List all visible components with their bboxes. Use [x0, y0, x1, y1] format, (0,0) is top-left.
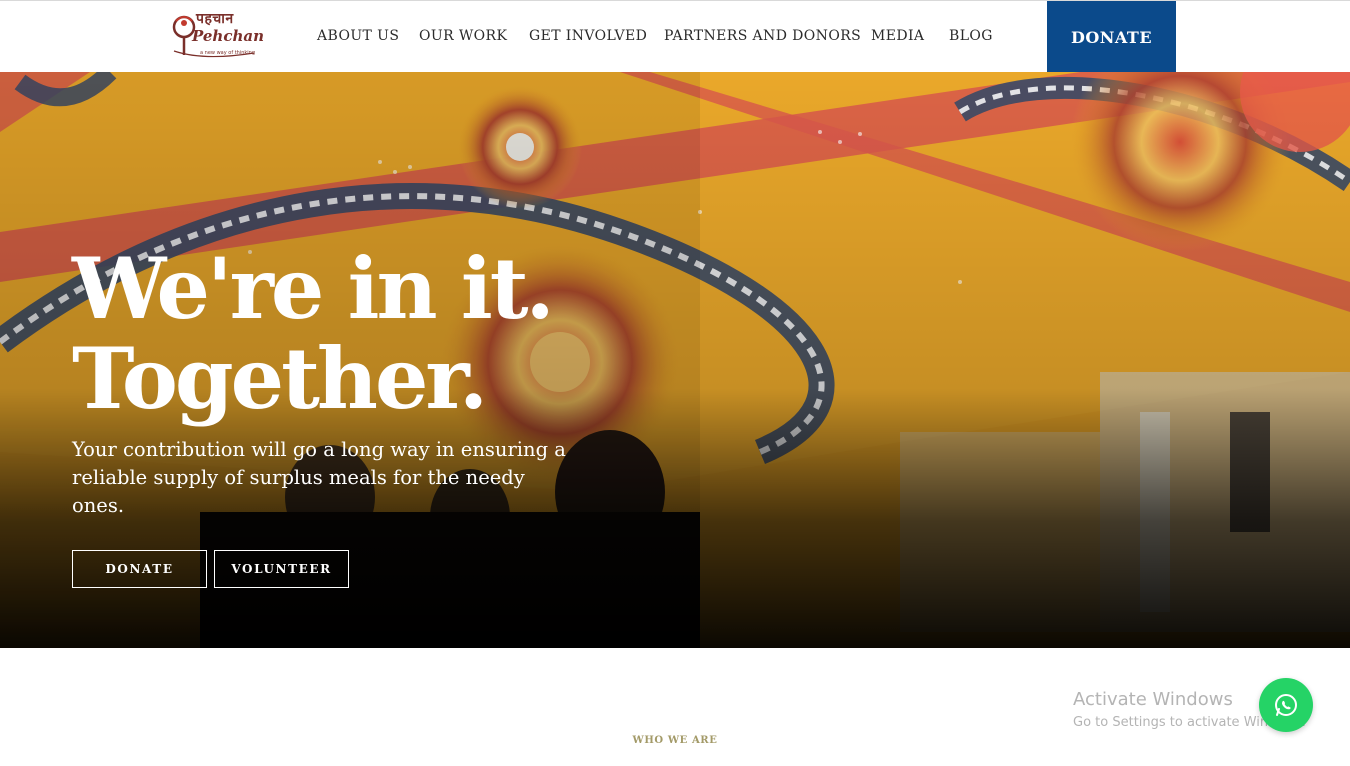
hero-title-line-2: Together.	[72, 329, 488, 428]
hero-title: We're in it. Together.	[72, 239, 555, 428]
nav-our-work[interactable]: OUR WORK	[419, 28, 507, 44]
who-we-are-eyebrow: WHO WE ARE	[632, 735, 718, 746]
nav-partners-and-donors[interactable]: PARTNERS AND DONORS	[664, 28, 861, 44]
whatsapp-icon	[1275, 694, 1297, 716]
logo-latin: Pehchan	[192, 27, 264, 45]
hero-section: We're in it. Together. Your contribution…	[0, 72, 1350, 648]
hero-subtitle: Your contribution will go a long way in …	[72, 438, 566, 517]
activate-windows-title: Activate Windows	[1073, 689, 1233, 710]
hero-volunteer-button[interactable]: VOLUNTEER	[214, 550, 349, 588]
hero-donate-button[interactable]: DONATE	[72, 550, 207, 588]
nav-get-involved[interactable]: GET INVOLVED	[529, 28, 647, 44]
nav-about-us[interactable]: ABOUT US	[317, 28, 399, 44]
header-donate-button[interactable]: DONATE	[1047, 1, 1176, 73]
pehchan-logo[interactable]: पहचान Pehchan a new way of thinking	[170, 5, 264, 69]
hero-title-line-1: We're in it.	[72, 239, 555, 338]
nav-media[interactable]: MEDIA	[871, 28, 924, 44]
whatsapp-chat-button[interactable]	[1259, 678, 1313, 732]
nav-blog[interactable]: BLOG	[949, 28, 993, 44]
logo-tagline: a new way of thinking	[200, 50, 256, 56]
site-header: पहचान Pehchan a new way of thinking ABOU…	[0, 0, 1350, 73]
logo-devanagari: पहचान	[196, 11, 234, 27]
